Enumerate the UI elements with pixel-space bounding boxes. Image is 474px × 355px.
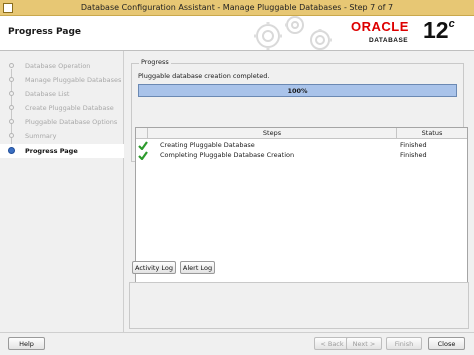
table-row[interactable]: Creating Pluggable Database Finished <box>136 140 467 150</box>
nav-step-label: Summary <box>25 132 57 140</box>
gears-decoration-icon <box>254 16 332 50</box>
green-check-icon <box>138 151 148 160</box>
finish-button[interactable]: Finish <box>386 337 422 350</box>
nav-step-label: Pluggable Database Options <box>25 118 118 126</box>
main-content: Progress Pluggable database creation com… <box>124 51 474 332</box>
wizard-footer: Help < Back Next > Finish Close <box>0 332 474 355</box>
table-cell-step: Completing Pluggable Database Creation <box>160 151 295 159</box>
help-button[interactable]: Help <box>8 337 45 350</box>
steps-table: Steps Status Creating Pluggable Database… <box>135 127 468 304</box>
nav-step-label: Database List <box>25 90 70 98</box>
step-dot-icon <box>9 119 14 124</box>
back-button[interactable]: < Back <box>314 337 350 350</box>
nav-step-database-list[interactable]: Database List <box>0 87 124 101</box>
table-header-icon-column <box>136 128 148 139</box>
nav-step-label: Database Operation <box>25 62 91 70</box>
active-step-icon <box>8 147 15 154</box>
table-row[interactable]: Completing Pluggable Database Creation F… <box>136 150 467 160</box>
step-dot-icon <box>9 63 14 68</box>
step-dot-icon <box>9 91 14 96</box>
nav-step-summary[interactable]: Summary <box>0 129 124 143</box>
close-button[interactable]: Close <box>428 337 465 350</box>
table-cell-step: Creating Pluggable Database <box>160 141 255 149</box>
progress-group-legend: Progress <box>139 58 171 66</box>
details-panel <box>129 282 469 329</box>
green-check-icon <box>138 141 148 150</box>
steps-table-header: Steps Status <box>136 128 467 139</box>
progress-percent: 100% <box>287 87 308 95</box>
next-button[interactable]: Next > <box>346 337 382 350</box>
activity-log-button[interactable]: Activity Log <box>132 261 176 274</box>
nav-step-manage-pluggable-databases[interactable]: Manage Pluggable Databases <box>0 73 124 87</box>
nav-step-progress-page[interactable]: Progress Page <box>0 144 124 158</box>
window-titlebar: Database Configuration Assistant - Manag… <box>0 0 474 16</box>
oracle-logo-database: DATABASE <box>369 37 409 44</box>
window-title: Database Configuration Assistant - Manag… <box>80 3 394 12</box>
table-cell-status: Finished <box>400 141 427 149</box>
step-dot-icon <box>9 133 14 138</box>
nav-step-label: Manage Pluggable Databases <box>25 76 122 84</box>
page-title: Progress Page <box>8 27 82 37</box>
nav-step-create-pluggable-database[interactable]: Create Pluggable Database <box>0 101 124 115</box>
progress-status-text: Pluggable database creation completed. <box>138 72 270 80</box>
page-header: Progress Page ORACLE DATABASE 12c <box>0 16 474 51</box>
oracle-logo: ORACLE <box>351 19 409 34</box>
table-cell-status: Finished <box>400 151 427 159</box>
progress-bar: 100% <box>138 84 457 97</box>
nav-step-database-operation[interactable]: Database Operation <box>0 59 124 73</box>
step-dot-icon <box>9 105 14 110</box>
step-navigation: Database Operation Manage Pluggable Data… <box>0 51 124 332</box>
nav-step-pluggable-database-options[interactable]: Pluggable Database Options <box>0 115 124 129</box>
nav-step-label: Create Pluggable Database <box>25 104 114 112</box>
alert-log-button[interactable]: Alert Log <box>180 261 215 274</box>
nav-step-label: Progress Page <box>25 147 78 155</box>
oracle-version-logo: 12c <box>423 17 455 43</box>
table-header-status[interactable]: Status <box>397 128 467 139</box>
table-header-steps[interactable]: Steps <box>148 128 397 139</box>
step-dot-icon <box>9 77 14 82</box>
